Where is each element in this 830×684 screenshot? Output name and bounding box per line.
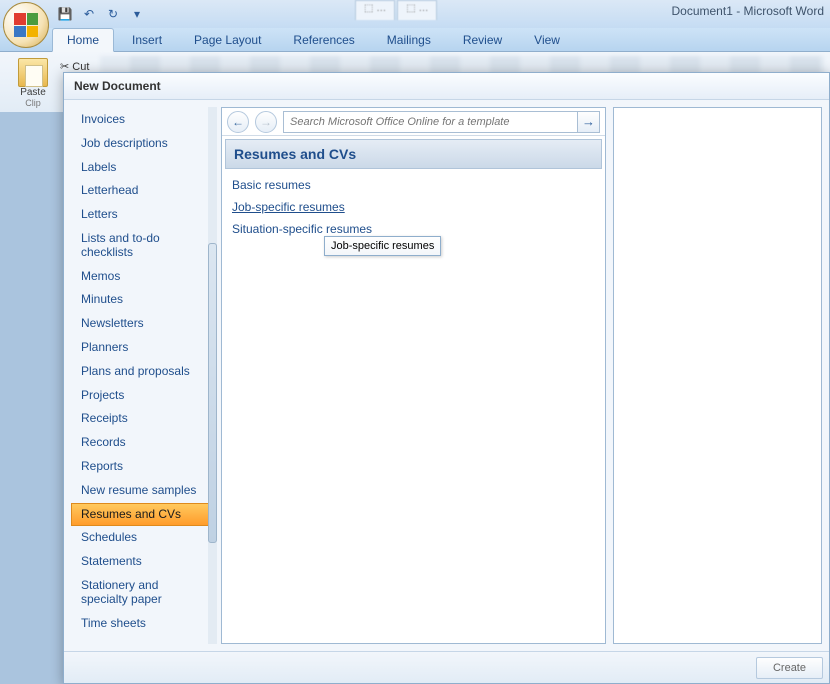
template-results-pane: ← → → Resumes and CVs Basic resumesJob-s… bbox=[221, 107, 606, 644]
go-arrow-icon: → bbox=[582, 114, 595, 129]
category-item[interactable]: Minutes bbox=[71, 288, 214, 312]
category-item[interactable]: Statements bbox=[71, 550, 214, 574]
category-item[interactable]: Receipts bbox=[71, 407, 214, 431]
category-item[interactable]: Labels bbox=[71, 156, 214, 180]
new-document-dialog: New Document InvoicesJob descriptionsLab… bbox=[63, 72, 830, 684]
tab-page-layout[interactable]: Page Layout bbox=[180, 29, 275, 51]
category-item[interactable]: Lists and to-do checklists bbox=[71, 227, 214, 265]
template-preview-pane bbox=[613, 107, 822, 644]
paste-icon[interactable] bbox=[18, 58, 48, 87]
office-button[interactable] bbox=[3, 2, 49, 48]
create-button[interactable]: Create bbox=[756, 657, 823, 679]
redo-icon[interactable]: ↻ bbox=[104, 5, 122, 23]
undo-icon[interactable]: ↶ bbox=[80, 5, 98, 23]
template-category-pane: InvoicesJob descriptionsLabelsLetterhead… bbox=[71, 107, 214, 644]
result-link[interactable]: Basic resumes bbox=[232, 174, 595, 196]
quick-access-toolbar: 💾 ↶ ↻ ▾ bbox=[56, 5, 146, 23]
category-item[interactable]: Plans and proposals bbox=[71, 360, 214, 384]
dialog-title: New Document bbox=[64, 73, 829, 100]
tab-insert[interactable]: Insert bbox=[118, 29, 176, 51]
search-input[interactable] bbox=[283, 111, 578, 133]
results-nav-bar: ← → → bbox=[222, 108, 605, 136]
tab-view[interactable]: View bbox=[520, 29, 574, 51]
result-link[interactable]: Job-specific resumes bbox=[232, 196, 595, 218]
tab-references[interactable]: References bbox=[279, 29, 368, 51]
category-item[interactable]: Records bbox=[71, 431, 214, 455]
qat-menu-icon[interactable]: ▾ bbox=[128, 5, 146, 23]
ribbon-tabs: Home Insert Page Layout References Maili… bbox=[0, 28, 830, 52]
clipboard-group: Paste Clip bbox=[6, 56, 60, 108]
results-section-header: Resumes and CVs bbox=[225, 139, 602, 169]
dialog-footer: Create bbox=[64, 651, 829, 683]
category-item[interactable]: Letterhead bbox=[71, 179, 214, 203]
save-icon[interactable]: 💾 bbox=[56, 5, 74, 23]
results-link-list: Basic resumesJob-specific resumesSituati… bbox=[222, 172, 605, 242]
category-item[interactable]: Newsletters bbox=[71, 312, 214, 336]
background-tabs: ⬚ … ⬚ … bbox=[355, 0, 437, 20]
category-item[interactable]: Schedules bbox=[71, 526, 214, 550]
category-item[interactable]: Job descriptions bbox=[71, 132, 214, 156]
category-item[interactable]: Resumes and CVs bbox=[71, 503, 214, 527]
arrow-left-icon: ← bbox=[232, 115, 244, 129]
paste-label: Paste bbox=[20, 87, 46, 98]
title-bar: 💾 ↶ ↻ ▾ ⬚ … ⬚ … Document1 - Microsoft Wo… bbox=[0, 0, 830, 28]
tab-review[interactable]: Review bbox=[449, 29, 516, 51]
office-logo-icon bbox=[14, 13, 38, 37]
arrow-right-icon: → bbox=[260, 115, 272, 129]
category-item[interactable]: Projects bbox=[71, 384, 214, 408]
category-item[interactable]: Letters bbox=[71, 203, 214, 227]
search-go-button[interactable]: → bbox=[578, 111, 600, 133]
tooltip: Job-specific resumes bbox=[324, 236, 441, 256]
template-search: → bbox=[283, 111, 600, 133]
tab-home[interactable]: Home bbox=[52, 28, 114, 52]
category-item[interactable]: Reports bbox=[71, 455, 214, 479]
category-scrollbar-thumb[interactable] bbox=[208, 243, 217, 543]
category-item[interactable]: Time sheets bbox=[71, 612, 214, 636]
clipboard-group-label: Clip bbox=[25, 98, 41, 108]
category-item[interactable]: New resume samples bbox=[71, 479, 214, 503]
tab-mailings[interactable]: Mailings bbox=[373, 29, 445, 51]
category-item[interactable]: Memos bbox=[71, 265, 214, 289]
category-item[interactable]: Stationery and specialty paper bbox=[71, 574, 214, 612]
template-category-list: InvoicesJob descriptionsLabelsLetterhead… bbox=[71, 107, 214, 636]
category-item[interactable]: Planners bbox=[71, 336, 214, 360]
nav-forward-button[interactable]: → bbox=[255, 111, 277, 133]
nav-back-button[interactable]: ← bbox=[227, 111, 249, 133]
category-item[interactable]: Invoices bbox=[71, 108, 214, 132]
app-title: Document1 - Microsoft Word bbox=[672, 4, 825, 18]
